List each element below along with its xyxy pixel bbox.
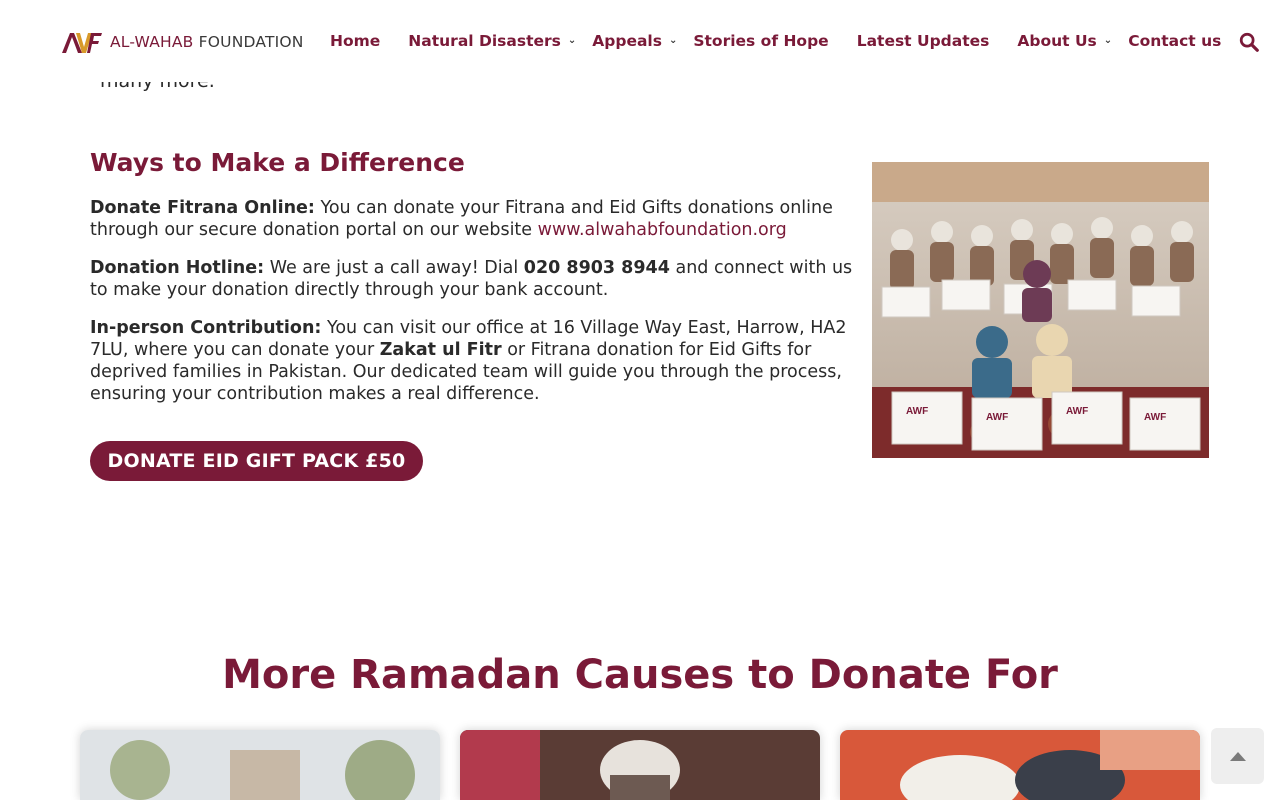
box-logo-label: AWF xyxy=(906,406,928,417)
donate-online-lead: Donate Fitrana Online: xyxy=(90,198,315,218)
main-nav: Home Natural Disasters ⌄ Appeals ⌄ Stories… xyxy=(330,29,1249,53)
nav-home[interactable]: Home xyxy=(330,32,380,50)
search-icon[interactable] xyxy=(1238,31,1260,53)
nav-about-us[interactable]: About Us ⌄ xyxy=(1017,32,1112,50)
box-logo-label: AWF xyxy=(986,412,1008,423)
in-person-lead: In-person Contribution: xyxy=(90,318,322,338)
cause-card-image xyxy=(80,730,440,800)
logo-rest: FOUNDATION xyxy=(193,33,304,51)
scroll-to-top-button[interactable] xyxy=(1211,728,1264,784)
nav-natural-disasters[interactable]: Natural Disasters ⌄ xyxy=(408,32,576,50)
site-logo[interactable]: AL-WAHAB FOUNDATION xyxy=(60,28,304,56)
cause-card[interactable] xyxy=(460,730,820,800)
cause-card[interactable] xyxy=(80,730,440,800)
nav-stories-of-hope[interactable]: Stories of Hope xyxy=(693,32,828,50)
nav-appeals[interactable]: Appeals ⌄ xyxy=(592,32,677,50)
site-header: AL-WAHAB FOUNDATION Home Natural Disaste… xyxy=(0,0,1280,82)
caret-up-icon xyxy=(1229,752,1246,761)
in-person-paragraph: In-person Contribution: You can visit ou… xyxy=(90,318,847,404)
cause-card-image xyxy=(460,730,820,800)
chevron-down-icon: ⌄ xyxy=(668,34,678,46)
box-logo-label: AWF xyxy=(1144,412,1166,423)
zakat-ul-fitr: Zakat ul Fitr xyxy=(379,340,502,360)
hotline-phone: 020 8903 8944 xyxy=(523,258,670,278)
cause-card[interactable] xyxy=(840,730,1200,800)
box-logo-label: AWF xyxy=(1066,406,1088,417)
hotline-paragraph: Donation Hotline: We are just a call awa… xyxy=(90,258,853,300)
section-title: Ways to Make a Difference xyxy=(90,148,465,177)
donate-online-paragraph: Donate Fitrana Online: You can donate yo… xyxy=(90,198,833,240)
hotline-lead: Donation Hotline: xyxy=(90,258,265,278)
chevron-down-icon: ⌄ xyxy=(1103,34,1113,46)
donate-eid-gift-pack-button[interactable]: DONATE EID GIFT PACK £50 xyxy=(90,441,423,481)
logo-mark-icon xyxy=(62,33,102,53)
cause-card-image xyxy=(840,730,1200,800)
more-causes-title: More Ramadan Causes to Donate For xyxy=(222,652,1058,698)
eid-gift-distribution-photo: AWF AWF AWF AWF xyxy=(872,162,1209,458)
nav-latest-updates[interactable]: Latest Updates xyxy=(857,32,990,50)
website-link[interactable]: www.alwahabfoundation.org xyxy=(538,220,787,240)
chevron-down-icon: ⌄ xyxy=(567,34,577,46)
nav-contact-us[interactable]: Contact us xyxy=(1128,32,1221,50)
logo-brand: AL-WAHAB xyxy=(110,33,194,51)
